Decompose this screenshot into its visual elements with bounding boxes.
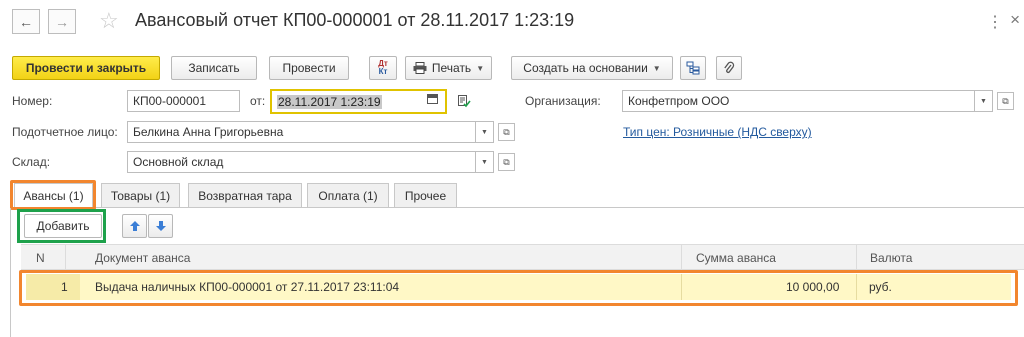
warehouse-dropdown[interactable]: ▼ <box>476 151 494 173</box>
attach-button[interactable] <box>716 56 742 80</box>
move-up-button[interactable] <box>122 214 147 238</box>
paperclip-icon <box>724 61 735 73</box>
organization-field[interactable]: Конфетпром ООО <box>622 90 975 112</box>
person-label: Подотчетное лицо: <box>12 125 118 139</box>
print-button[interactable]: Печать ▼ <box>405 56 492 80</box>
row-highlight-frame <box>19 270 1018 306</box>
warehouse-label: Склад: <box>12 155 51 169</box>
person-open-button[interactable]: ⧉ <box>498 123 515 141</box>
date-value: 28.11.2017 1:23:19 <box>277 94 382 109</box>
printer-icon <box>413 62 427 74</box>
print-label: Печать <box>431 61 472 75</box>
open-link-icon: ⧉ <box>1002 95 1009 106</box>
chevron-down-icon: ▼ <box>481 158 488 166</box>
forward-button[interactable]: → <box>48 9 76 34</box>
document-check-icon[interactable] <box>457 94 471 108</box>
column-header-currency[interactable]: Валюта <box>870 251 912 265</box>
arrow-left-icon: ← <box>19 13 33 30</box>
create-based-on-button[interactable]: Создать на основании ▼ <box>511 56 673 80</box>
tab-other[interactable]: Прочее <box>394 183 457 207</box>
date-label: от: <box>250 94 266 108</box>
chevron-down-icon: ▼ <box>481 128 488 136</box>
chevron-down-icon: ▼ <box>652 63 661 73</box>
column-divider <box>681 245 682 271</box>
arrow-right-icon: → <box>55 13 69 30</box>
save-label: Записать <box>188 61 240 75</box>
column-header-document[interactable]: Документ аванса <box>95 251 190 265</box>
content-frame-left <box>10 208 11 337</box>
chevron-down-icon: ▼ <box>980 97 987 105</box>
post-button[interactable]: Провести <box>269 56 349 80</box>
open-link-icon: ⧉ <box>503 126 510 137</box>
close-icon[interactable]: × <box>1010 10 1020 30</box>
tab-returnable-label: Возвратная тара <box>198 188 292 203</box>
chevron-down-icon: ▼ <box>476 63 485 73</box>
person-dropdown[interactable]: ▼ <box>476 121 494 143</box>
price-type-link[interactable]: Тип цен: Розничные (НДС сверху) <box>623 125 812 139</box>
warehouse-field[interactable]: Основной склад <box>127 151 476 173</box>
post-label: Провести <box>282 61 336 75</box>
more-menu-icon[interactable]: ⋮ <box>987 12 1004 32</box>
column-header-amount[interactable]: Сумма аванса <box>696 251 776 265</box>
date-field[interactable]: 28.11.2017 1:23:19 <box>270 89 447 114</box>
organization-open-button[interactable]: ⧉ <box>997 92 1014 110</box>
tab-payment-label: Оплата (1) <box>318 188 378 203</box>
favorite-star-icon[interactable]: ☆ <box>99 8 119 34</box>
structure-icon <box>686 61 700 75</box>
arrow-down-icon <box>155 221 166 231</box>
post-and-close-label: Провести и закрыть <box>25 61 147 75</box>
save-button[interactable]: Записать <box>171 56 257 80</box>
add-highlight-frame <box>17 209 106 243</box>
create-based-label: Создать на основании <box>523 61 648 75</box>
column-divider <box>856 245 857 271</box>
back-button[interactable]: ← <box>12 9 40 34</box>
column-divider <box>65 245 66 271</box>
organization-dropdown[interactable]: ▼ <box>975 90 993 112</box>
number-field[interactable]: КП00-000001 <box>127 90 240 112</box>
table-header: N Документ аванса Сумма аванса Валюта <box>21 244 1024 271</box>
move-down-button[interactable] <box>148 214 173 238</box>
number-label: Номер: <box>12 94 53 108</box>
post-and-close-button[interactable]: Провести и закрыть <box>12 56 160 80</box>
calendar-icon[interactable] <box>427 94 438 104</box>
dt-kt-icon-bottom: Кт <box>378 67 388 76</box>
tab-goods-label: Товары (1) <box>110 188 171 203</box>
tab-returnable-containers[interactable]: Возвратная тара <box>188 183 302 207</box>
warehouse-open-button[interactable]: ⧉ <box>498 153 515 171</box>
organization-label: Организация: <box>525 94 601 108</box>
column-header-n[interactable]: N <box>36 251 45 265</box>
arrow-up-icon <box>129 221 140 231</box>
tab-highlight-frame <box>10 180 96 210</box>
tab-strip-line <box>10 207 1024 208</box>
person-field[interactable]: Белкина Анна Григорьевна <box>127 121 476 143</box>
tab-other-label: Прочее <box>404 188 447 203</box>
page-title: Авансовый отчет КП00-000001 от 28.11.201… <box>135 10 575 30</box>
tab-goods[interactable]: Товары (1) <box>101 183 180 207</box>
structure-button[interactable] <box>680 56 706 80</box>
tab-payment[interactable]: Оплата (1) <box>307 183 389 207</box>
open-link-icon: ⧉ <box>503 156 510 167</box>
dt-kt-button[interactable]: Дт Кт <box>369 56 397 80</box>
